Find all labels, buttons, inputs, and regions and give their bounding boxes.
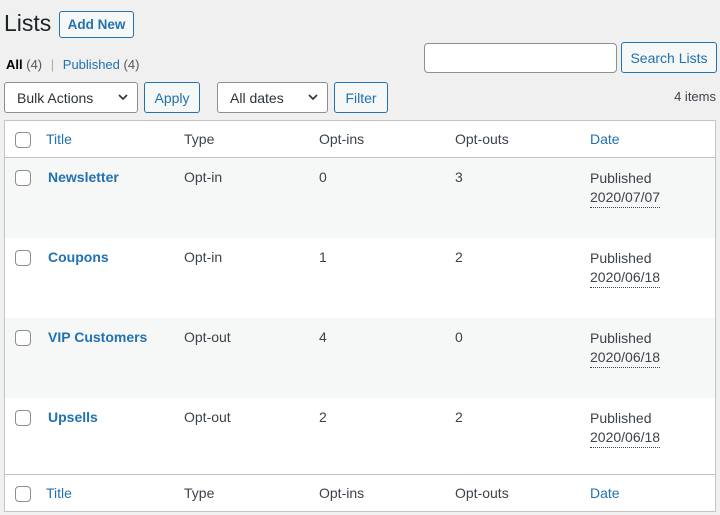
list-date: Published 2020/07/07 [590, 169, 661, 208]
publish-status: Published [590, 330, 652, 346]
list-title-link[interactable]: Coupons [48, 249, 109, 265]
search-lists-button[interactable]: Search Lists [621, 42, 717, 73]
publish-date: 2020/07/07 [590, 188, 661, 208]
column-date-sort[interactable]: Date [590, 485, 620, 501]
view-published-link[interactable]: Published [63, 57, 120, 72]
publish-status: Published [590, 250, 652, 266]
table-footer: Title Type Opt-ins Opt-outs Date [5, 474, 715, 511]
column-title-sort[interactable]: Title [46, 485, 72, 501]
table-row: VIP Customers Opt-out 4 0 Published 2020… [5, 318, 715, 398]
table-row: Coupons Opt-in 1 2 Published 2020/06/18 [5, 238, 715, 318]
dates-filter-select[interactable]: All dates [217, 82, 328, 113]
list-type: Opt-in [184, 169, 223, 185]
apply-button[interactable]: Apply [144, 82, 200, 113]
column-optouts: Opt-outs [455, 131, 509, 147]
chevron-down-icon [308, 94, 318, 101]
list-type: Opt-in [184, 249, 223, 265]
table-row: Upsells Opt-out 2 2 Published 2020/06/18 [5, 398, 715, 478]
list-optouts: 0 [455, 329, 463, 345]
list-type: Opt-out [184, 329, 231, 345]
publish-status: Published [590, 170, 652, 186]
bulk-actions-select[interactable]: Bulk Actions [4, 82, 138, 113]
column-optins: Opt-ins [319, 485, 365, 501]
list-optouts: 3 [455, 169, 463, 185]
list-optins: 0 [319, 169, 327, 185]
list-title-link[interactable]: VIP Customers [48, 329, 147, 345]
row-checkbox[interactable] [15, 330, 31, 346]
add-new-button[interactable]: Add New [59, 11, 134, 38]
bulk-actions-value: Bulk Actions [17, 89, 94, 106]
list-date: Published 2020/06/18 [590, 249, 661, 288]
view-all-count: (4) [26, 57, 43, 72]
row-checkbox[interactable] [15, 410, 31, 426]
list-optins: 1 [319, 249, 327, 265]
publish-date: 2020/06/18 [590, 348, 661, 368]
lists-table: Title Type Opt-ins Opt-outs Date Newslet… [4, 120, 716, 512]
list-optins: 2 [319, 409, 327, 425]
view-all-link[interactable]: All [6, 57, 23, 72]
publish-status: Published [590, 410, 652, 426]
list-type: Opt-out [184, 409, 231, 425]
view-published-count: (4) [123, 57, 140, 72]
page-title: Lists [4, 10, 52, 36]
column-optins: Opt-ins [319, 131, 365, 147]
view-separator: | [50, 57, 55, 72]
row-checkbox[interactable] [15, 250, 31, 266]
list-optins: 4 [319, 329, 327, 345]
list-date: Published 2020/06/18 [590, 329, 661, 368]
filter-button[interactable]: Filter [334, 82, 388, 113]
publish-date: 2020/06/18 [590, 428, 661, 448]
table-row: Newsletter Opt-in 0 3 Published 2020/07/… [5, 158, 715, 238]
column-optouts: Opt-outs [455, 485, 509, 501]
column-type: Type [184, 485, 215, 501]
search-input[interactable] [424, 43, 617, 73]
list-date: Published 2020/06/18 [590, 409, 661, 448]
publish-date: 2020/06/18 [590, 268, 661, 288]
column-type: Type [184, 131, 215, 147]
list-title-link[interactable]: Upsells [48, 409, 98, 425]
list-optouts: 2 [455, 409, 463, 425]
column-title-sort[interactable]: Title [46, 131, 72, 147]
row-checkbox[interactable] [15, 170, 31, 186]
column-date-sort[interactable]: Date [590, 131, 620, 147]
status-views: All (4) | Published (4) [6, 57, 139, 72]
list-title-link[interactable]: Newsletter [48, 169, 119, 185]
chevron-down-icon [118, 94, 128, 101]
item-count: 4 items [674, 89, 716, 104]
dates-filter-value: All dates [230, 89, 284, 106]
list-optouts: 2 [455, 249, 463, 265]
select-all-checkbox[interactable] [15, 132, 31, 148]
table-header: Title Type Opt-ins Opt-outs Date [5, 121, 715, 158]
select-all-checkbox[interactable] [15, 486, 31, 502]
